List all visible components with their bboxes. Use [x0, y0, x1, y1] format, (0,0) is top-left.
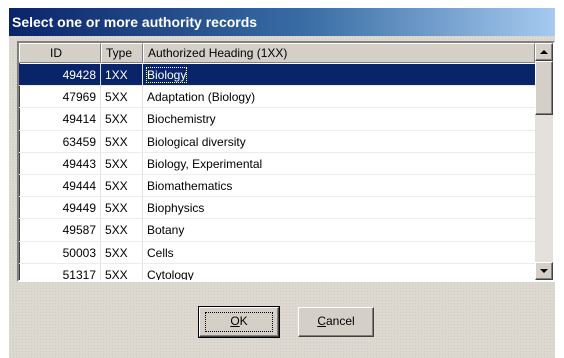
cell-type: 5XX: [101, 263, 143, 280]
vertical-scrollbar[interactable]: [535, 43, 553, 280]
table-row[interactable]: 49449 5XX Biophysics: [19, 197, 535, 220]
ok-button[interactable]: OK: [198, 306, 280, 338]
scroll-down-button[interactable]: [535, 262, 553, 280]
cell-type: 5XX: [101, 197, 143, 219]
cell-heading: Biochemistry: [147, 112, 216, 127]
table-row[interactable]: 49444 5XX Biomathematics: [19, 174, 535, 198]
cell-heading: Biomathematics: [147, 178, 233, 193]
scroll-up-button[interactable]: [535, 43, 553, 61]
cell-id: 49428: [19, 64, 101, 86]
focus-rectangle: [205, 312, 273, 332]
cell-type: 5XX: [101, 86, 143, 108]
cell-id: 49443: [19, 152, 101, 174]
cell-heading: Biophysics: [147, 201, 205, 216]
table-row[interactable]: 47969 5XX Adaptation (Biology): [19, 86, 535, 109]
cell-id: 51317: [19, 263, 101, 280]
cell-heading: Biological diversity: [147, 134, 246, 149]
dialog-title: Select one or more authority records: [9, 8, 555, 36]
cell-type: 5XX: [101, 108, 143, 130]
cell-id: 49587: [19, 219, 101, 241]
cell-id: 47969: [19, 86, 101, 108]
table-row[interactable]: 49587 5XX Botany: [19, 219, 535, 242]
list-rows: 49428 1XX Biology 47969 5XX Adaptation (…: [19, 64, 535, 282]
cell-id: 50003: [19, 241, 101, 263]
table-row[interactable]: 49443 5XX Biology, Experimental: [19, 152, 535, 175]
table-row[interactable]: 51317 5XX Cytology: [19, 263, 535, 282]
cell-heading-text: Biology: [145, 67, 188, 83]
arrow-up-icon: [540, 50, 548, 54]
cell-type: 5XX: [101, 152, 143, 174]
table-row[interactable]: 49428 1XX Biology: [19, 64, 535, 87]
cell-heading: Biology: [143, 64, 535, 86]
cell-id: 49414: [19, 108, 101, 130]
cell-heading: Botany: [147, 223, 185, 238]
cell-type: 5XX: [101, 130, 143, 152]
cell-type: 5XX: [101, 241, 143, 263]
cell-heading: Cells: [147, 245, 174, 260]
cell-heading: Adaptation (Biology): [147, 90, 256, 105]
column-header-type[interactable]: Type: [101, 43, 143, 63]
cell-id: 49449: [19, 197, 101, 219]
cell-type: 5XX: [101, 174, 143, 197]
table-row[interactable]: 63459 5XX Biological diversity: [19, 130, 535, 153]
cell-id: 63459: [19, 130, 101, 152]
cancel-button-label: Cancel: [317, 314, 354, 328]
scroll-thumb[interactable]: [535, 61, 553, 115]
table-row[interactable]: 49414 5XX Biochemistry: [19, 108, 535, 131]
cancel-button[interactable]: Cancel: [298, 307, 374, 337]
cell-heading: Cytology: [147, 267, 194, 282]
column-header-heading[interactable]: Authorized Heading (1XX): [143, 43, 535, 63]
cell-heading: Biology, Experimental: [147, 156, 263, 171]
arrow-down-icon: [540, 269, 548, 273]
cancel-label-rest: ancel: [325, 314, 355, 328]
cell-type: 5XX: [101, 219, 143, 241]
column-header-id[interactable]: ID: [19, 43, 101, 63]
cell-type: 1XX: [101, 64, 143, 86]
cancel-mnemonic: C: [317, 314, 326, 328]
authority-records-list[interactable]: ID Type Authorized Heading (1XX) 49428 1…: [17, 41, 555, 282]
cell-id: 49444: [19, 174, 101, 197]
table-row[interactable]: 50003 5XX Cells: [19, 241, 535, 264]
list-header: ID Type Authorized Heading (1XX): [19, 43, 535, 63]
